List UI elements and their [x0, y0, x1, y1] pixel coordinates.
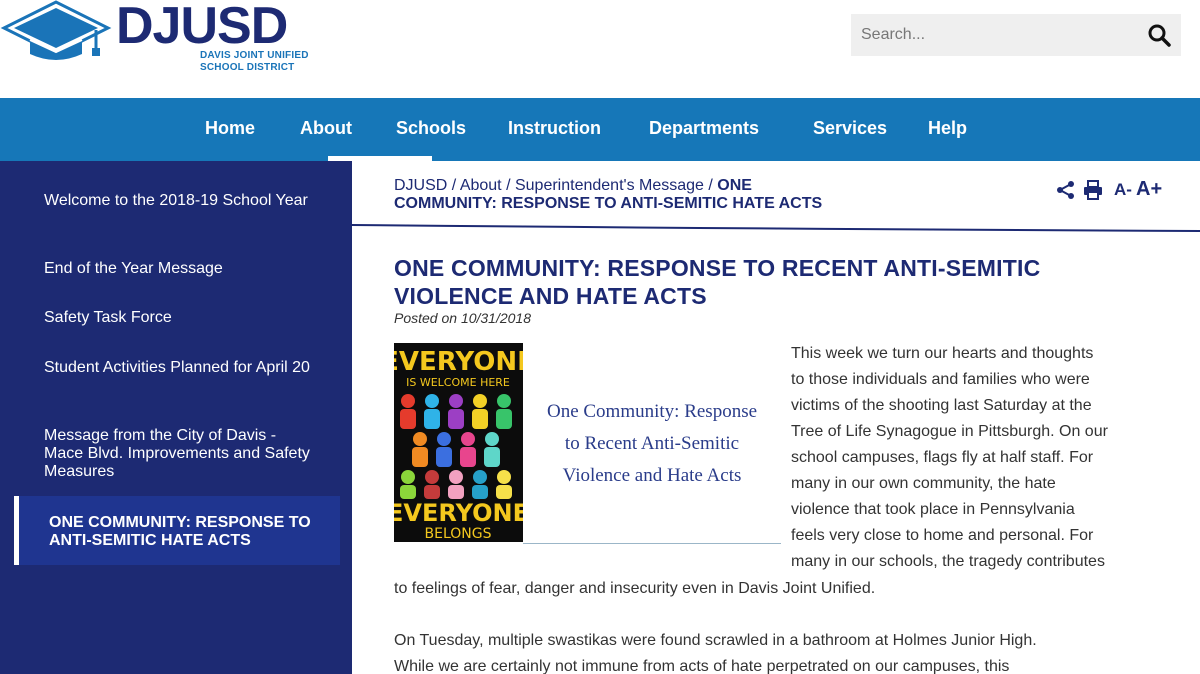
paragraph-line: violence that took place in Pennsylvania	[791, 501, 1075, 518]
sidebar: Welcome to the 2018-19 School Year End o…	[0, 161, 352, 674]
paragraph-line: to those individuals and families who we…	[791, 371, 1090, 388]
share-icon[interactable]	[1056, 180, 1076, 200]
sidebar-item-one-community[interactable]: ONE COMMUNITY: RESPONSE TO ANTI-SEMITIC …	[14, 496, 340, 565]
search-input[interactable]	[851, 14, 1131, 56]
article-title: ONE COMMUNITY: RESPONSE TO RECENT ANTI-S…	[394, 255, 1041, 309]
search-icon[interactable]	[1147, 23, 1171, 47]
main-nav: Home About Schools Instruction Departmen…	[0, 98, 1200, 161]
nav-services[interactable]: Services	[813, 118, 887, 139]
breadcrumb-djusd[interactable]: DJUSD	[394, 177, 447, 194]
sidebar-item-student-activities[interactable]: Student Activities Planned for April 20	[44, 359, 314, 377]
article-paragraph-2: On Tuesday, multiple swastikas were foun…	[394, 628, 1184, 674]
brand-subtitle-line2: SCHOOL DISTRICT	[200, 62, 295, 73]
paragraph-line: school campuses, flags fly at half staff…	[791, 449, 1094, 466]
breadcrumb-about[interactable]: About	[460, 177, 502, 194]
breadcrumb: DJUSD / About / Superintendent's Message…	[394, 177, 854, 213]
nav-schools[interactable]: Schools	[396, 118, 466, 139]
breadcrumb-separator: /	[451, 177, 457, 194]
sidebar-item-label: ONE COMMUNITY: RESPONSE TO ANTI-SEMITIC …	[49, 514, 311, 549]
brand-subtitle: DAVIS JOINT UNIFIED SCHOOL DISTRICT	[200, 50, 309, 74]
graduation-cap-icon	[0, 0, 112, 60]
brand-name: DJUSD	[116, 0, 288, 55]
search-box	[851, 14, 1181, 56]
paragraph-line: many in our schools, the tragedy contrib…	[791, 553, 1105, 570]
paragraph-line: This week we turn our hearts and thought…	[791, 345, 1094, 362]
nav-home[interactable]: Home	[205, 118, 255, 139]
poster-top-line1: EVERYONE	[394, 347, 523, 377]
poster-bottom-line1: EVERYONE	[394, 499, 523, 527]
breadcrumb-separator: /	[506, 177, 511, 194]
increase-font-button[interactable]: A+	[1136, 178, 1162, 201]
paragraph-line: many in our own community, the hate	[791, 475, 1056, 492]
posted-date: Posted on 10/31/2018	[394, 310, 532, 326]
poster-top-line2: IS WELCOME HERE	[406, 376, 510, 389]
paragraph-line: victims of the shooting last Saturday at…	[791, 397, 1092, 414]
nav-help[interactable]: Help	[928, 118, 967, 139]
sidebar-item-welcome[interactable]: Welcome to the 2018-19 School Year	[44, 192, 314, 210]
image-caption-line: One Community: Response	[546, 401, 758, 422]
everyone-belongs-poster: EVERYONE IS WELCOME HERE EVERYONE BELONG…	[394, 343, 523, 542]
poster-bottom-line2: BELONGS	[425, 526, 492, 542]
image-caption-line: to Recent Anti-Semitic	[564, 433, 740, 454]
caption-rule	[523, 543, 781, 544]
article-paragraph-1: This week we turn our hearts and thought…	[791, 341, 1171, 575]
district-logo[interactable]: DJUSD DAVIS JOINT UNIFIED SCHOOL DISTRIC…	[0, 0, 320, 90]
image-caption-line: Violence and Hate Acts	[562, 465, 742, 486]
brand-subtitle-line1: DAVIS JOINT UNIFIED	[200, 50, 309, 61]
print-icon[interactable]	[1083, 180, 1103, 200]
nav-about[interactable]: About	[300, 118, 352, 139]
nav-departments[interactable]: Departments	[649, 118, 759, 139]
poster-artwork: EVERYONE IS WELCOME HERE EVERYONE BELONG…	[394, 343, 523, 542]
paragraph-line: While we are certainly not immune from a…	[394, 658, 1010, 674]
paragraph-line: Tree of Life Synagogue in Pittsburgh. On…	[791, 423, 1108, 440]
breadcrumb-superintendent[interactable]: Superintendent's Message	[515, 177, 704, 194]
page-tools: A- A+	[1054, 178, 1174, 202]
sidebar-item-safety-task-force[interactable]: Safety Task Force	[44, 309, 314, 327]
breadcrumb-separator: /	[708, 177, 713, 194]
nav-instruction[interactable]: Instruction	[508, 118, 601, 139]
site-header: DJUSD DAVIS JOINT UNIFIED SCHOOL DISTRIC…	[0, 0, 1200, 98]
paragraph-line: On Tuesday, multiple swastikas were foun…	[394, 632, 1037, 649]
sidebar-item-city-of-davis[interactable]: Message from the City of Davis - Mace Bl…	[44, 427, 314, 481]
section-divider	[352, 224, 1200, 232]
paragraph-line: feels very close to home and personal. F…	[791, 527, 1094, 544]
article-paragraph-1-tail: to feelings of fear, danger and insecuri…	[394, 580, 876, 597]
decrease-font-button[interactable]: A-	[1114, 180, 1132, 200]
sidebar-item-end-of-year[interactable]: End of the Year Message	[44, 260, 314, 278]
image-caption: One Community: Response to Recent Anti-S…	[523, 396, 781, 496]
